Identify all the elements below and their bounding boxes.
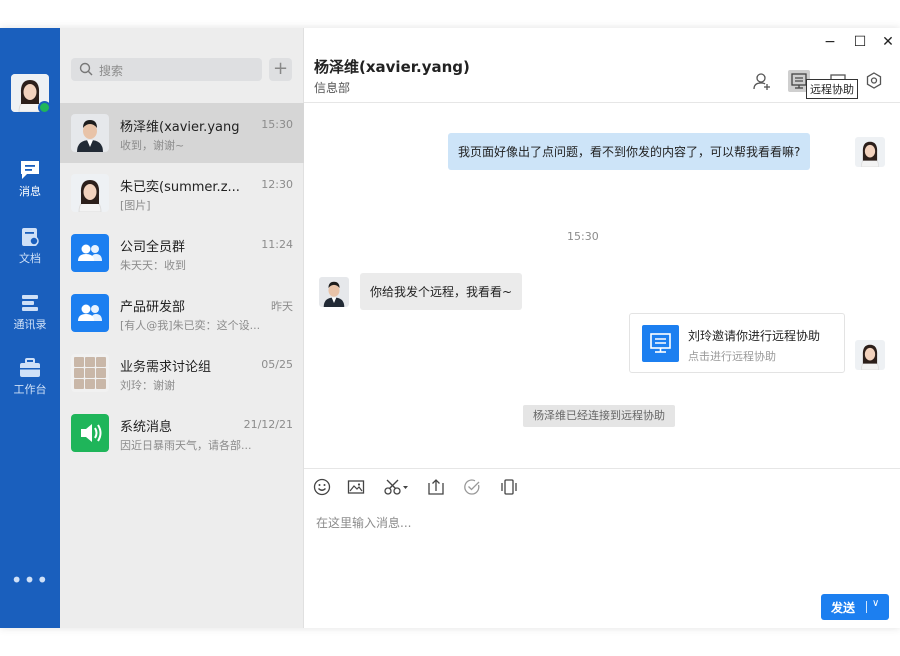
send-button[interactable]: 发送 ∨ — [821, 594, 889, 620]
remote-assist-icon — [642, 325, 679, 362]
nav-label: 通讯录 — [13, 318, 47, 331]
conversation-list: 搜索 + 杨泽维(xavier.yang) 15:30 收到，谢谢~ 朱已奕(s… — [60, 28, 304, 628]
conversation-preview: 因近日暴雨天气，请各部... — [120, 439, 252, 452]
conversation-time: 21/12/21 — [243, 418, 293, 431]
message-bubble: 你给我发个远程，我看看~ — [360, 273, 523, 310]
nav-label: 工作台 — [13, 383, 47, 396]
contacts-icon — [22, 295, 38, 311]
message-time: 15:30 — [567, 230, 599, 243]
message-area: 我页面好像出了点问题，看不到你发的内容了，可以帮我看看嘛? 15:30 你给我发… — [304, 103, 900, 468]
remote-assist-card[interactable]: 刘玲邀请你进行远程协助 点击进行远程协助 — [629, 313, 845, 373]
group-icon — [78, 304, 102, 321]
message-icon — [21, 161, 39, 179]
chat-subtitle: 信息部 — [314, 81, 351, 95]
add-button[interactable]: + — [269, 58, 292, 81]
nav-label: 文档 — [19, 252, 41, 265]
add-member-button[interactable] — [751, 70, 773, 92]
avatar — [319, 277, 349, 307]
screenshot-button[interactable] — [383, 477, 411, 497]
search-input[interactable]: 搜索 — [71, 58, 262, 81]
conversation-item[interactable]: 系统消息 21/12/21 因近日暴雨天气，请各部... — [60, 403, 304, 463]
conversation-name: 杨泽维(xavier.yang) — [120, 120, 240, 135]
conversation-item[interactable]: 朱已奕(summer.z... 12:30 [图片] — [60, 163, 304, 223]
conversation-time: 12:30 — [261, 178, 293, 191]
task-button[interactable] — [462, 477, 482, 497]
image-icon — [347, 480, 365, 494]
settings-button[interactable] — [863, 70, 885, 92]
send-divider — [866, 601, 867, 613]
conversation-time: 15:30 — [261, 118, 293, 131]
tooltip: 远程协助 — [806, 79, 858, 99]
check-circle-icon — [464, 479, 480, 495]
message-bubble: 我页面好像出了点问题，看不到你发的内容了，可以帮我看看嘛? — [448, 133, 811, 170]
card-subtitle: 点击进行远程协助 — [688, 350, 776, 363]
chevron-down-icon[interactable]: ∨ — [872, 598, 879, 609]
contact-avatar — [71, 174, 109, 212]
emoji-icon — [313, 478, 331, 496]
document-icon — [22, 228, 39, 246]
conversation-name: 朱已奕(summer.z... — [120, 180, 240, 195]
conversation-name: 公司全员群 — [120, 240, 186, 255]
maximize-button[interactable]: ☐ — [850, 32, 870, 52]
conversation-name: 业务需求讨论组 — [120, 360, 212, 375]
conversation-item[interactable]: 公司全员群 11:24 朱天天：收到 — [60, 223, 304, 283]
vibrate-button[interactable] — [499, 477, 519, 497]
nav-item-workbench[interactable]: 工作台 — [0, 358, 60, 410]
conversation-item[interactable]: 产品研发部 昨天 [有人@我]朱已奕：这个设... — [60, 283, 304, 343]
image-button[interactable] — [346, 477, 366, 497]
conversation-time: 昨天 — [271, 300, 293, 313]
minimize-button[interactable]: − — [820, 32, 840, 52]
nav-item-messages[interactable]: 消息 — [0, 160, 60, 212]
conversation-name: 系统消息 — [120, 420, 173, 435]
conversation-preview: 朱天天：收到 — [120, 259, 186, 272]
conversation-time: 11:24 — [261, 238, 293, 251]
avatar — [855, 340, 885, 370]
avatar — [855, 137, 885, 167]
nav-item-contacts[interactable]: 通讯录 — [0, 293, 60, 345]
group-icon — [78, 244, 102, 261]
group-avatar — [71, 354, 109, 392]
system-notice: 杨泽维已经连接到远程协助 — [523, 405, 675, 427]
conversation-item[interactable]: 杨泽维(xavier.yang) 15:30 收到，谢谢~ — [60, 103, 304, 163]
chat-header: 杨泽维(xavier.yang) 信息部 − ☐ ✕ 远程协助 — [304, 28, 900, 103]
composer: 在这里输入消息... 发送 ∨ — [304, 468, 900, 628]
app-window: 消息 文档 通讯录 工作台 ••• 搜索 + 杨泽维(xavier.yang) … — [0, 28, 900, 628]
scissors-icon — [384, 479, 408, 495]
card-title: 刘玲邀请你进行远程协助 — [688, 329, 821, 343]
upload-file-button[interactable] — [426, 477, 446, 497]
online-status-icon — [38, 101, 51, 114]
upload-icon — [428, 479, 444, 495]
conversation-item[interactable]: 业务需求讨论组 05/25 刘玲：谢谢 — [60, 343, 304, 403]
group-avatar — [71, 234, 109, 272]
conversation-time: 05/25 — [261, 358, 293, 371]
emoji-button[interactable] — [312, 477, 332, 497]
send-label: 发送 — [831, 601, 856, 615]
close-button[interactable]: ✕ — [878, 32, 898, 52]
chat-title: 杨泽维(xavier.yang) — [314, 58, 470, 76]
vibrate-icon — [501, 479, 517, 495]
workbench-icon — [20, 358, 40, 377]
search-placeholder: 搜索 — [99, 64, 124, 78]
message-input[interactable]: 在这里输入消息... — [316, 514, 411, 531]
add-user-icon — [753, 73, 770, 90]
conversation-name: 产品研发部 — [120, 300, 186, 315]
more-icon[interactable]: ••• — [0, 568, 60, 592]
conversation-preview: 刘玲：谢谢 — [120, 379, 175, 392]
conversation-preview: [图片] — [120, 199, 151, 212]
search-icon — [79, 62, 93, 76]
group-avatar — [71, 294, 109, 332]
nav-label: 消息 — [19, 185, 41, 198]
gear-icon — [866, 72, 882, 89]
contact-avatar — [71, 114, 109, 152]
nav-item-docs[interactable]: 文档 — [0, 227, 60, 279]
conversation-preview: [有人@我]朱已奕：这个设... — [120, 319, 261, 332]
left-nav: 消息 文档 通讯录 工作台 ••• — [0, 28, 60, 628]
speaker-icon — [81, 424, 102, 442]
system-avatar — [71, 414, 109, 452]
conversation-preview: 收到，谢谢~ — [120, 139, 185, 152]
